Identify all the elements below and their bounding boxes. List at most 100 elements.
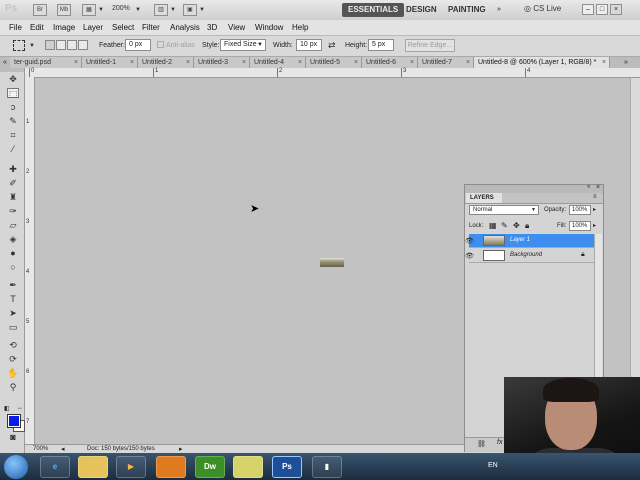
cs-live-button[interactable]: ◎ CS Live bbox=[524, 4, 561, 13]
foreground-color-swatch[interactable] bbox=[7, 414, 21, 428]
file-explorer-icon[interactable] bbox=[78, 456, 108, 478]
tools-panel-grip[interactable] bbox=[0, 68, 24, 72]
fill-input[interactable]: 100% bbox=[569, 221, 591, 231]
layer-name[interactable]: Layer 1 bbox=[510, 237, 530, 243]
swap-colors-icon[interactable]: ↔ bbox=[17, 405, 23, 411]
workspace-painting-button[interactable]: PAINTING bbox=[442, 3, 492, 17]
media-player-icon[interactable]: ▶ bbox=[116, 456, 146, 478]
maximize-button[interactable]: □ bbox=[596, 4, 608, 15]
status-zoom[interactable]: 700% bbox=[33, 446, 48, 452]
workspace-essentials-button[interactable]: ESSENTIALS bbox=[342, 3, 405, 17]
tab-untitled-5[interactable]: Untitled-5 × bbox=[306, 57, 362, 68]
spot-healing-brush-icon[interactable]: ✚ bbox=[7, 164, 19, 174]
refine-edge-button[interactable]: Refine Edge... bbox=[405, 39, 455, 52]
close-icon[interactable]: × bbox=[466, 57, 470, 68]
internet-explorer-icon[interactable]: e bbox=[40, 456, 70, 478]
chevron-down-icon[interactable]: ▼ bbox=[170, 7, 176, 13]
close-icon[interactable]: × bbox=[130, 57, 134, 68]
tab-layers[interactable]: LAYERS bbox=[466, 193, 502, 203]
menu-file[interactable]: File bbox=[9, 23, 22, 32]
close-icon[interactable]: × bbox=[242, 57, 246, 68]
chevron-down-icon[interactable]: ▼ bbox=[98, 7, 104, 13]
crop-tool-icon[interactable]: ⌗ bbox=[7, 130, 19, 140]
mini-bridge-icon[interactable]: Mb bbox=[57, 4, 71, 16]
tab-scroll-left-icon[interactable]: « bbox=[0, 57, 10, 68]
chevron-down-icon[interactable]: ▼ bbox=[199, 7, 205, 13]
history-brush-tool-icon[interactable]: ✑ bbox=[7, 206, 19, 216]
more-workspaces-button[interactable]: » bbox=[497, 6, 501, 13]
lock-position-icon[interactable]: ✥ bbox=[513, 221, 520, 230]
minimize-button[interactable]: – bbox=[582, 4, 594, 15]
tab-untitled-2[interactable]: Untitled-2 × bbox=[138, 57, 194, 68]
marquee-tool-preset-icon[interactable] bbox=[13, 40, 25, 51]
move-tool-icon[interactable]: ✥ bbox=[7, 74, 19, 84]
start-button[interactable] bbox=[4, 455, 28, 479]
type-tool-icon[interactable]: T bbox=[7, 294, 19, 304]
close-icon[interactable]: × bbox=[298, 57, 302, 68]
quick-mask-icon[interactable]: ◙ bbox=[7, 432, 19, 442]
3d-orbit-tool-icon[interactable]: ⟳ bbox=[7, 354, 19, 364]
dreamweaver-icon[interactable]: Dw bbox=[195, 456, 225, 478]
anti-alias-checkbox[interactable] bbox=[157, 41, 164, 48]
menu-layer[interactable]: Layer bbox=[83, 23, 103, 32]
layer-name[interactable]: Background bbox=[510, 252, 542, 258]
menu-image[interactable]: Image bbox=[53, 23, 75, 32]
close-button[interactable]: × bbox=[610, 4, 622, 15]
firefox-icon[interactable] bbox=[156, 456, 186, 478]
workspace-design-button[interactable]: DESIGN bbox=[400, 3, 443, 17]
chevron-down-icon[interactable]: ▼ bbox=[29, 43, 35, 49]
bridge-icon[interactable]: Br bbox=[33, 4, 47, 16]
panel-header[interactable]: « × bbox=[465, 184, 603, 193]
layer-1-pixels[interactable] bbox=[320, 258, 344, 267]
tab-untitled-7[interactable]: Untitled-7 × bbox=[418, 57, 474, 68]
menu-view[interactable]: View bbox=[228, 23, 245, 32]
lock-all-icon[interactable]: 🔒︎ bbox=[525, 221, 529, 231]
rectangle-tool-icon[interactable]: ▭ bbox=[7, 322, 19, 332]
menu-help[interactable]: Help bbox=[292, 23, 308, 32]
zoom-tool-icon[interactable]: ⚲ bbox=[7, 382, 19, 392]
status-info-icon[interactable]: ◂ bbox=[61, 445, 65, 453]
menu-analysis[interactable]: Analysis bbox=[170, 23, 200, 32]
3d-rotate-tool-icon[interactable]: ⟲ bbox=[7, 340, 19, 350]
lasso-tool-icon[interactable]: ↄ bbox=[7, 102, 19, 112]
add-to-selection-icon[interactable] bbox=[56, 40, 66, 50]
screen-mode-icon[interactable]: ▣ bbox=[183, 4, 197, 16]
tab-untitled-6[interactable]: Untitled-6 × bbox=[362, 57, 418, 68]
menu-edit[interactable]: Edit bbox=[30, 23, 44, 32]
clone-stamp-tool-icon[interactable]: ♜ bbox=[7, 192, 19, 202]
tab-overflow-icon[interactable]: » bbox=[624, 57, 628, 68]
lock-transparent-icon[interactable]: ▦ bbox=[489, 221, 497, 230]
close-icon[interactable]: × bbox=[186, 57, 190, 68]
close-icon[interactable]: × bbox=[74, 57, 78, 68]
path-selection-tool-icon[interactable]: ➤ bbox=[7, 308, 19, 318]
menu-window[interactable]: Window bbox=[255, 23, 283, 32]
zoom-level-select[interactable]: 200% bbox=[112, 5, 130, 12]
link-layers-icon[interactable]: ⛓︎ bbox=[477, 440, 486, 448]
status-menu-arrow-icon[interactable]: ▸ bbox=[179, 445, 183, 453]
photoshop-taskbar-icon[interactable]: Ps bbox=[272, 456, 302, 478]
language-indicator[interactable]: EN bbox=[488, 462, 498, 469]
pen-tool-icon[interactable]: ✒ bbox=[7, 280, 19, 290]
blend-mode-select[interactable]: Normal ▼ bbox=[469, 205, 539, 215]
feather-input[interactable]: 0 px bbox=[125, 39, 151, 51]
layer-row-background[interactable]: 👁︎ Background 🔒︎ bbox=[465, 249, 599, 263]
swap-width-height-icon[interactable]: ⇄ bbox=[328, 40, 336, 51]
chevron-down-icon[interactable]: ▼ bbox=[135, 7, 141, 13]
new-selection-icon[interactable] bbox=[45, 40, 55, 50]
visibility-eye-icon[interactable]: 👁︎ bbox=[465, 252, 474, 260]
layer-style-icon[interactable]: fx bbox=[497, 439, 502, 446]
menu-select[interactable]: Select bbox=[112, 23, 134, 32]
width-input[interactable]: 10 px bbox=[296, 39, 322, 51]
chevron-right-icon[interactable]: ▸ bbox=[593, 222, 596, 229]
rectangular-marquee-tool-icon[interactable]: ⬚ bbox=[7, 88, 19, 99]
menu-3d[interactable]: 3D bbox=[207, 23, 217, 32]
tab-untitled-1[interactable]: Untitled-1 × bbox=[82, 57, 138, 68]
tab-untitled-3[interactable]: Untitled-3 × bbox=[194, 57, 250, 68]
visibility-eye-icon[interactable]: 👁︎ bbox=[465, 237, 474, 245]
close-icon[interactable]: × bbox=[602, 57, 606, 68]
collapse-icon[interactable]: « bbox=[587, 184, 590, 190]
close-icon[interactable]: × bbox=[354, 57, 358, 68]
sticky-notes-icon[interactable] bbox=[233, 456, 263, 478]
subtract-from-selection-icon[interactable] bbox=[67, 40, 77, 50]
style-select[interactable]: Fixed Size ▼ bbox=[220, 39, 266, 51]
